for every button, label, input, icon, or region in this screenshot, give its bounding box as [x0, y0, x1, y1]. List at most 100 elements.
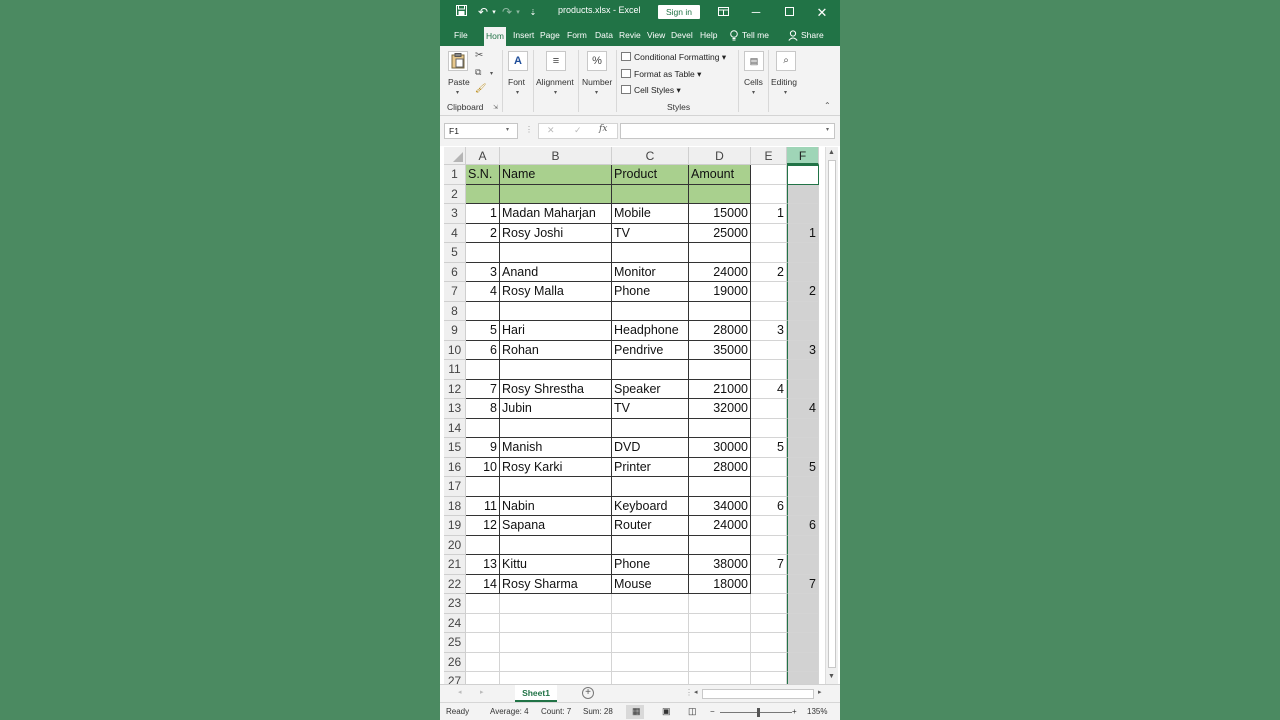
cell-f2[interactable] — [787, 184, 819, 204]
cell-d18[interactable]: 34000 — [689, 496, 751, 516]
cell-a1[interactable]: S.N. — [466, 165, 500, 185]
cell-c3[interactable]: Mobile — [612, 204, 689, 224]
row-header[interactable]: 9 — [444, 321, 466, 341]
cell-e23[interactable] — [751, 594, 787, 614]
cell-f3[interactable] — [787, 204, 819, 224]
cell-b2[interactable] — [500, 184, 612, 204]
scroll-down-icon[interactable]: ▼ — [828, 673, 835, 680]
row-header[interactable]: 11 — [444, 360, 466, 380]
number-label[interactable]: Number — [582, 77, 612, 87]
cell-e15[interactable]: 5 — [751, 438, 787, 458]
copy-icon[interactable]: ⧉ — [475, 67, 481, 78]
cell-d15[interactable]: 30000 — [689, 438, 751, 458]
cell-d23[interactable] — [689, 594, 751, 614]
cell-b9[interactable]: Hari — [500, 321, 612, 341]
cells-icon[interactable]: ▤ — [744, 51, 764, 71]
cell-d25[interactable] — [689, 633, 751, 653]
cell-e4[interactable] — [751, 223, 787, 243]
cell-c6[interactable]: Monitor — [612, 262, 689, 282]
cell-a22[interactable]: 14 — [466, 574, 500, 594]
cell-c17[interactable] — [612, 477, 689, 497]
name-box-dropdown-icon[interactable]: ▾ — [506, 126, 509, 133]
row-header[interactable]: 4 — [444, 223, 466, 243]
cell-b1[interactable]: Name — [500, 165, 612, 185]
close-icon[interactable]: ✕ — [815, 4, 829, 21]
tab-data[interactable]: Data — [595, 25, 613, 46]
scroll-right-icon[interactable]: ▸ — [818, 688, 822, 696]
cell-c7[interactable]: Phone — [612, 282, 689, 302]
editing-dropdown-icon[interactable]: ▾ — [784, 89, 787, 96]
prev-sheet-icon[interactable]: ◂ — [458, 688, 462, 696]
tab-file[interactable]: File — [454, 25, 468, 46]
vertical-scroll-thumb[interactable] — [828, 160, 836, 668]
cell-d6[interactable]: 24000 — [689, 262, 751, 282]
row-header[interactable]: 13 — [444, 399, 466, 419]
cell-a21[interactable]: 13 — [466, 555, 500, 575]
row-header[interactable]: 2 — [444, 184, 466, 204]
cell-f6[interactable] — [787, 262, 819, 282]
sign-in-button[interactable]: Sign in — [658, 5, 700, 19]
zoom-level[interactable]: 135% — [807, 707, 827, 716]
cell-d8[interactable] — [689, 301, 751, 321]
row-header[interactable]: 23 — [444, 594, 466, 614]
cell-c9[interactable]: Headphone — [612, 321, 689, 341]
cell-f16[interactable]: 5 — [787, 457, 819, 477]
cell-b7[interactable]: Rosy Malla — [500, 282, 612, 302]
cell-e26[interactable] — [751, 652, 787, 672]
undo-dropdown-icon[interactable]: ▾ — [490, 4, 498, 21]
zoom-slider-track[interactable] — [720, 712, 792, 713]
row-header[interactable]: 10 — [444, 340, 466, 360]
tab-insert[interactable]: Insert — [513, 25, 534, 46]
format-painter-icon[interactable]: 🖌 — [475, 83, 486, 94]
tab-home[interactable]: Hom — [484, 27, 506, 46]
paste-dropdown-icon[interactable]: ▾ — [456, 89, 459, 96]
cell-a26[interactable] — [466, 652, 500, 672]
cell-d1[interactable]: Amount — [689, 165, 751, 185]
cell-d7[interactable]: 19000 — [689, 282, 751, 302]
cell-f26[interactable] — [787, 652, 819, 672]
cell-c12[interactable]: Speaker — [612, 379, 689, 399]
column-header-d[interactable]: D — [689, 147, 751, 165]
paste-label[interactable]: Paste — [448, 77, 470, 87]
sheet-tab-sheet1[interactable]: Sheet1 — [515, 685, 557, 702]
formula-input[interactable] — [620, 123, 835, 139]
row-header[interactable]: 12 — [444, 379, 466, 399]
cell-b14[interactable] — [500, 418, 612, 438]
row-header[interactable]: 18 — [444, 496, 466, 516]
row-header[interactable]: 25 — [444, 633, 466, 653]
cell-e16[interactable] — [751, 457, 787, 477]
tab-developer[interactable]: Devel — [671, 25, 693, 46]
cell-d19[interactable]: 24000 — [689, 516, 751, 536]
tab-split-icon[interactable]: ⋮ — [685, 688, 693, 697]
row-header[interactable]: 24 — [444, 613, 466, 633]
page-layout-view-icon[interactable]: ▣ — [662, 706, 671, 717]
cell-b26[interactable] — [500, 652, 612, 672]
cell-e5[interactable] — [751, 243, 787, 263]
cell-f14[interactable] — [787, 418, 819, 438]
cell-f19[interactable]: 6 — [787, 516, 819, 536]
cell-a5[interactable] — [466, 243, 500, 263]
cell-b15[interactable]: Manish — [500, 438, 612, 458]
row-header[interactable]: 21 — [444, 555, 466, 575]
scroll-left-icon[interactable]: ◂ — [694, 688, 698, 696]
row-header[interactable]: 22 — [444, 574, 466, 594]
editing-label[interactable]: Editing — [771, 77, 797, 87]
cell-b10[interactable]: Rohan — [500, 340, 612, 360]
cell-a19[interactable]: 12 — [466, 516, 500, 536]
cell-a9[interactable]: 5 — [466, 321, 500, 341]
zoom-out-icon[interactable]: − — [710, 707, 715, 716]
cell-c16[interactable]: Printer — [612, 457, 689, 477]
row-header[interactable]: 16 — [444, 457, 466, 477]
cell-a12[interactable]: 7 — [466, 379, 500, 399]
cell-b21[interactable]: Kittu — [500, 555, 612, 575]
share-button[interactable]: Share — [801, 25, 824, 46]
cell-a7[interactable]: 4 — [466, 282, 500, 302]
cancel-entry-icon[interactable]: ✕ — [547, 125, 555, 136]
cell-f5[interactable] — [787, 243, 819, 263]
cell-a8[interactable] — [466, 301, 500, 321]
cell-c26[interactable] — [612, 652, 689, 672]
cell-a18[interactable]: 11 — [466, 496, 500, 516]
cell-b17[interactable] — [500, 477, 612, 497]
cell-c8[interactable] — [612, 301, 689, 321]
cell-e19[interactable] — [751, 516, 787, 536]
